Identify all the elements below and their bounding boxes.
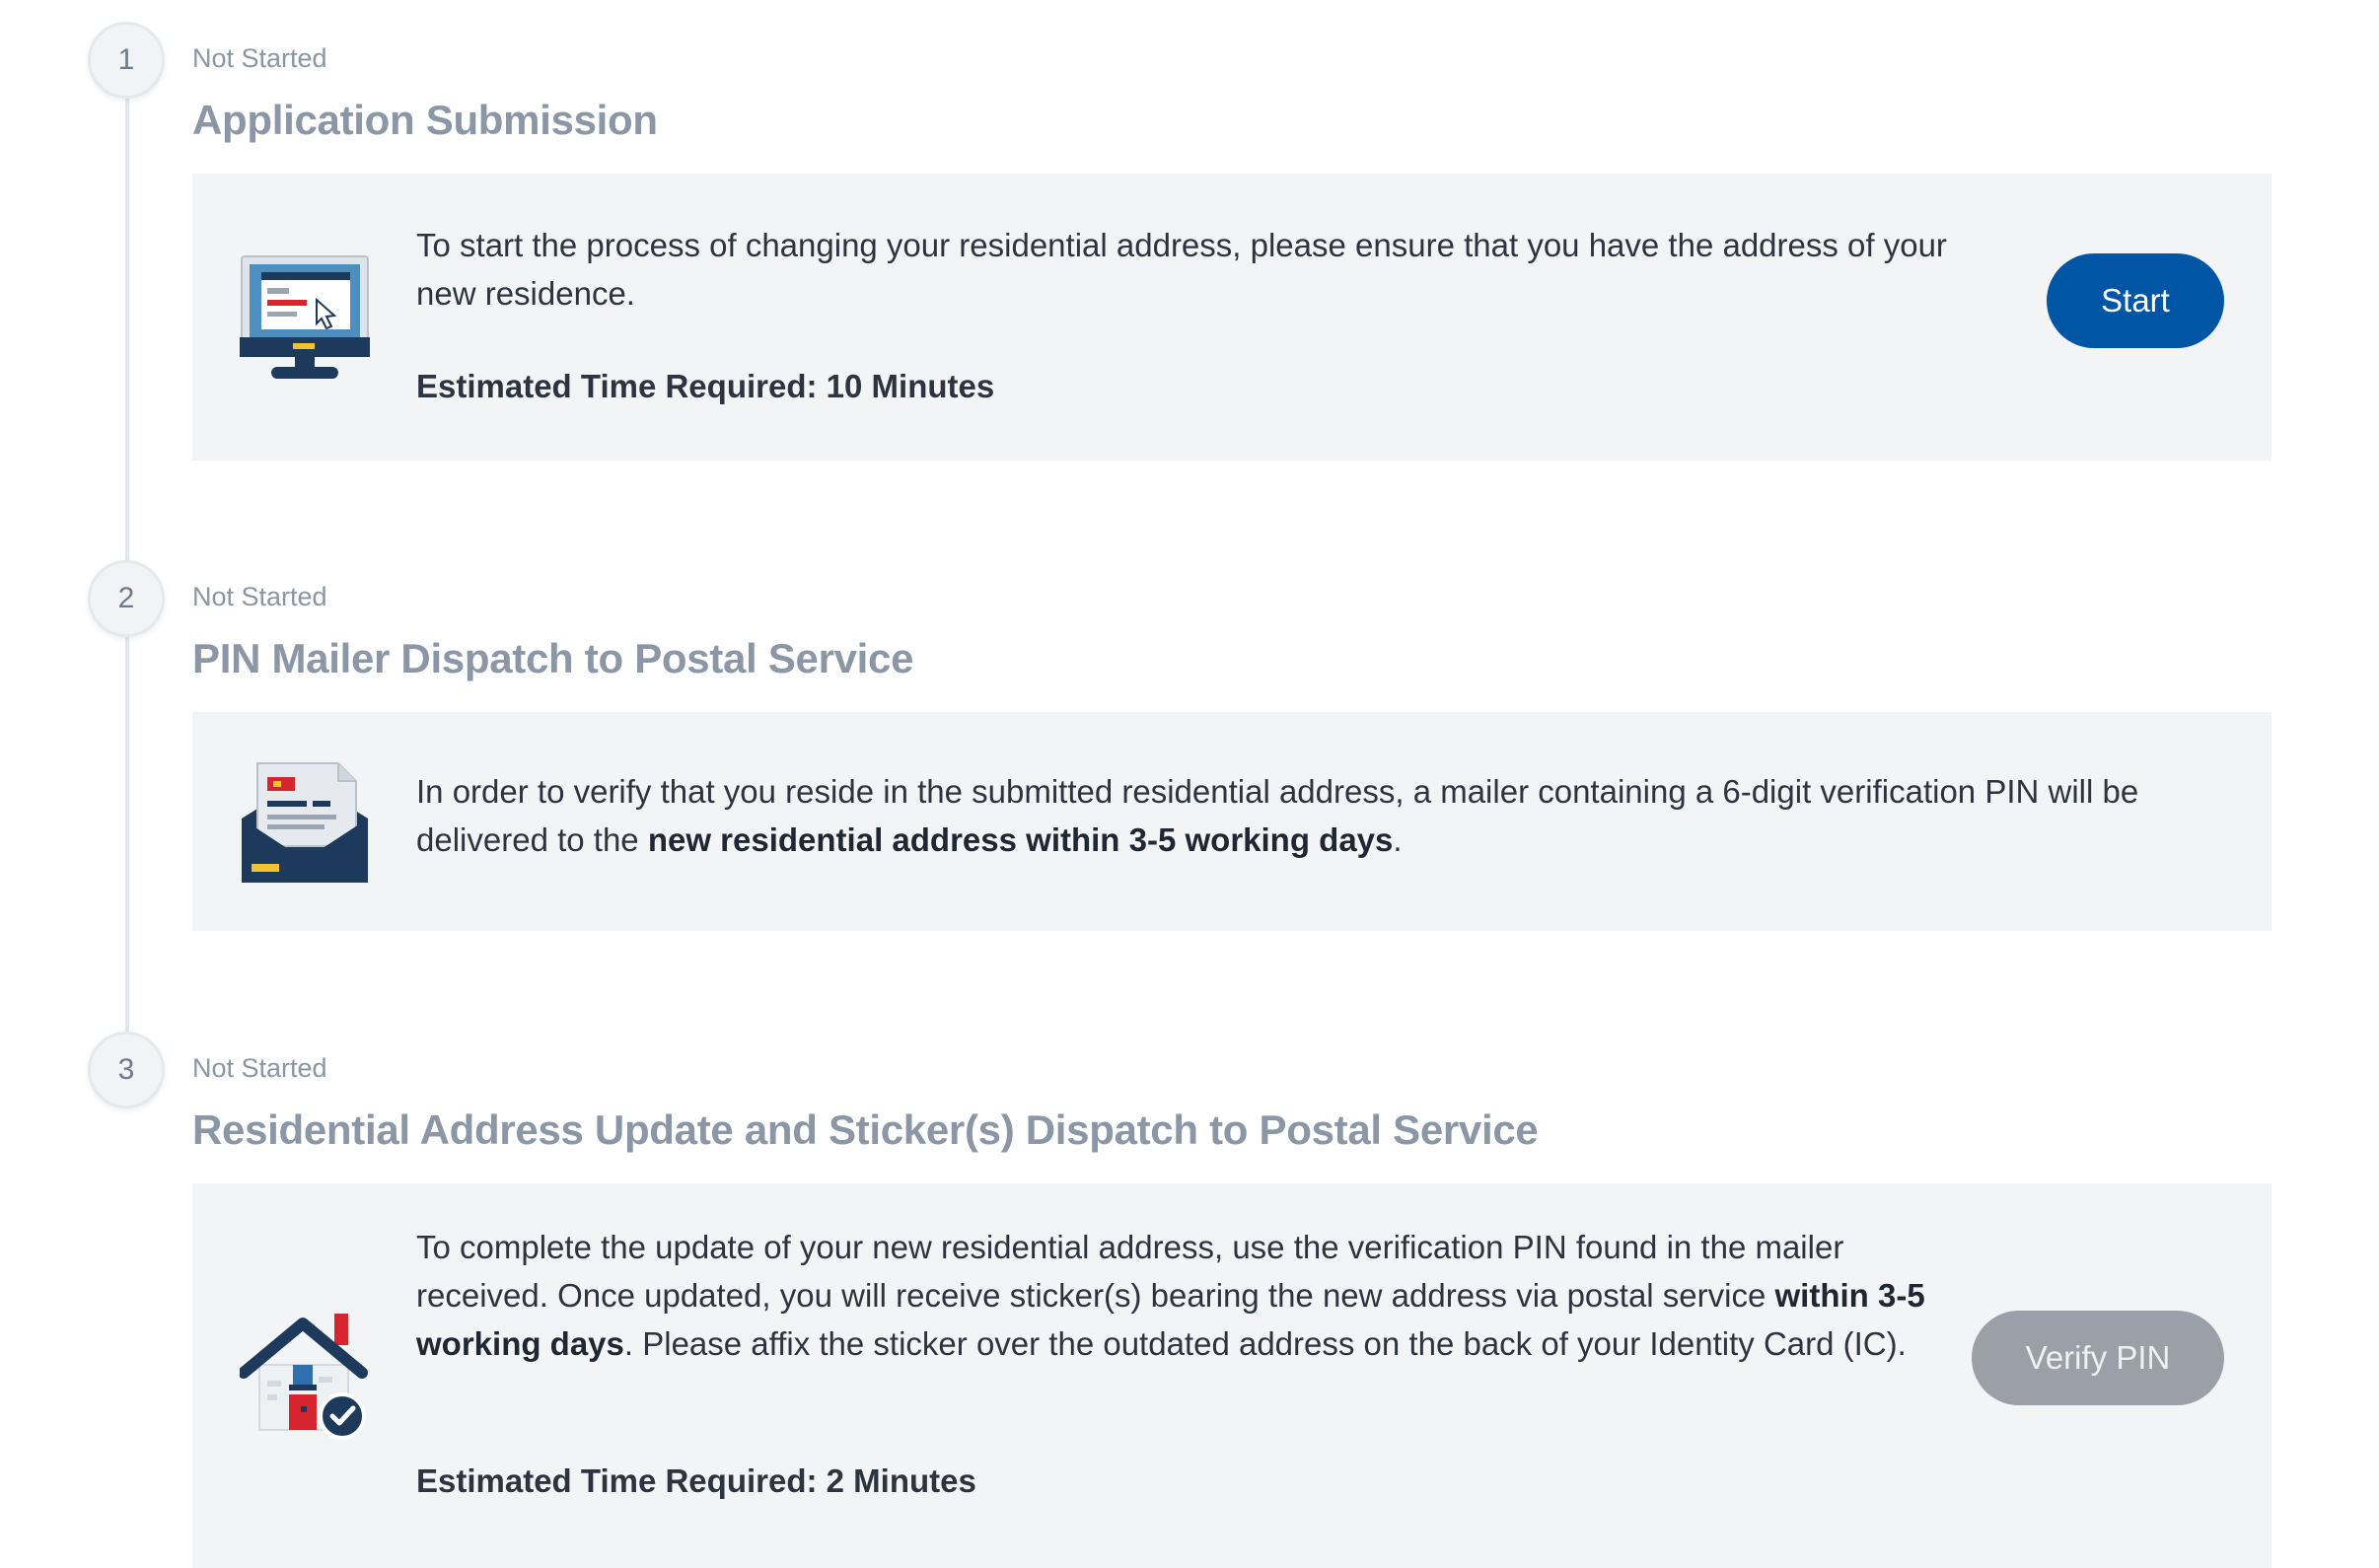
step-status: Not Started (192, 43, 327, 73)
step-title: PIN Mailer Dispatch to Postal Service (192, 635, 914, 681)
step-number-badge: 1 (88, 22, 165, 99)
verify-pin-button[interactable]: Verify PIN (1972, 1311, 2224, 1405)
step-description: To complete the update of your new resid… (416, 1229, 1925, 1362)
step-panel: To start the process of changing your re… (192, 174, 2271, 461)
start-button[interactable]: Start (2047, 253, 2224, 348)
estimated-time: Estimated Time Required: 2 Minutes (416, 1462, 976, 1499)
step-description: In order to verify that you reside in th… (416, 773, 2139, 858)
estimated-time: Estimated Time Required: 10 Minutes (416, 368, 995, 404)
step-number-badge: 2 (88, 560, 165, 637)
step-panel: To complete the update of your new resid… (192, 1183, 2271, 1568)
step-title: Residential Address Update and Sticker(s… (192, 1106, 1539, 1153)
mail-envelope-icon (240, 759, 374, 892)
step-status: Not Started (192, 1053, 327, 1083)
house-check-icon (238, 1312, 374, 1445)
timeline-line (125, 59, 129, 1045)
step-number-badge: 3 (88, 1032, 165, 1108)
computer-icon (240, 254, 374, 388)
step-description: To start the process of changing your re… (416, 227, 1947, 312)
step-status: Not Started (192, 582, 327, 611)
step-title: Application Submission (192, 97, 658, 143)
step-panel: In order to verify that you reside in th… (192, 712, 2271, 931)
